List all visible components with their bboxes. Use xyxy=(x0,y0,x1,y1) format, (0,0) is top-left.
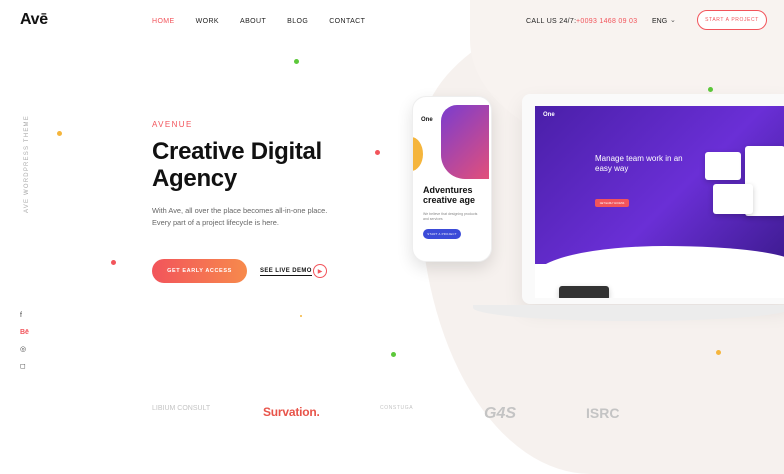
decor-dot xyxy=(57,131,62,136)
phone-title: Adventures creative age xyxy=(423,185,476,205)
brand-logo-g4s: G4S xyxy=(484,405,517,422)
decor-dot xyxy=(375,150,380,155)
facebook-icon[interactable]: f xyxy=(20,312,22,319)
decor-dot xyxy=(111,260,116,265)
hero-eyebrow: AVENUE xyxy=(152,120,193,129)
nav-blog[interactable]: BLOG xyxy=(287,18,308,25)
screen-card xyxy=(713,184,753,214)
nav-about[interactable]: ABOUT xyxy=(240,18,266,25)
vertical-tagline: AVE WORDPRESS THEME xyxy=(24,115,30,213)
nav-home[interactable]: HOME xyxy=(152,18,175,25)
screen-button: GET EARLY ACCESS xyxy=(595,199,629,207)
laptop-screen: One Manage team work in an easy way GET … xyxy=(535,106,784,298)
nav-contact[interactable]: CONTACT xyxy=(329,18,365,25)
decor-dot xyxy=(300,315,302,317)
play-icon[interactable]: ▶ xyxy=(313,264,327,278)
screen-card xyxy=(705,152,741,180)
hero-title: Creative Digital Agency xyxy=(152,138,322,192)
brand-logo-constuga: CONSTUGA xyxy=(380,405,414,411)
screen-logo: One xyxy=(543,112,555,118)
brand-logo-isrc: ISRC xyxy=(586,405,620,421)
get-early-access-button[interactable]: GET EARLY ACCESS xyxy=(152,259,247,283)
decor-dot xyxy=(391,352,396,357)
phone-mockup: One Adventures creative age We believe t… xyxy=(412,96,492,262)
nav-work[interactable]: WORK xyxy=(196,18,219,25)
start-project-button[interactable]: START A PROJECT xyxy=(697,10,767,30)
phone-hero-image xyxy=(441,105,489,179)
behance-icon[interactable]: Bē xyxy=(20,329,29,336)
decor-dot xyxy=(716,350,721,355)
language-selector[interactable]: ENG xyxy=(652,18,667,25)
phone-number[interactable]: +0093 1468 09 03 xyxy=(576,18,637,25)
instagram-icon[interactable]: ◻ xyxy=(20,362,26,370)
phone-decor xyxy=(413,137,423,171)
call-label: CALL US 24/7: xyxy=(526,18,577,25)
screen-title: Manage team work in an easy way xyxy=(595,154,683,173)
brand-logo-libium: LIBIUM CONSULT xyxy=(152,405,211,412)
screen-image xyxy=(559,286,609,298)
decor-dot xyxy=(294,59,299,64)
chevron-down-icon[interactable]: ⌄ xyxy=(670,16,676,24)
phone-logo: One xyxy=(421,117,433,123)
main-nav: HOME WORK ABOUT BLOG CONTACT xyxy=(152,18,386,25)
decor-dot xyxy=(708,87,713,92)
see-live-demo-link[interactable]: SEE LIVE DEMO xyxy=(260,268,312,276)
phone-button: START A PROJECT xyxy=(423,229,461,239)
hero-description: With Ave, all over the place becomes all… xyxy=(152,206,328,227)
phone-text: We believe that designing products and s… xyxy=(423,212,478,221)
dribbble-icon[interactable]: ◎ xyxy=(20,345,26,353)
brand-logo-survation: Survation. xyxy=(263,405,320,419)
logo[interactable]: Avē xyxy=(20,11,48,29)
